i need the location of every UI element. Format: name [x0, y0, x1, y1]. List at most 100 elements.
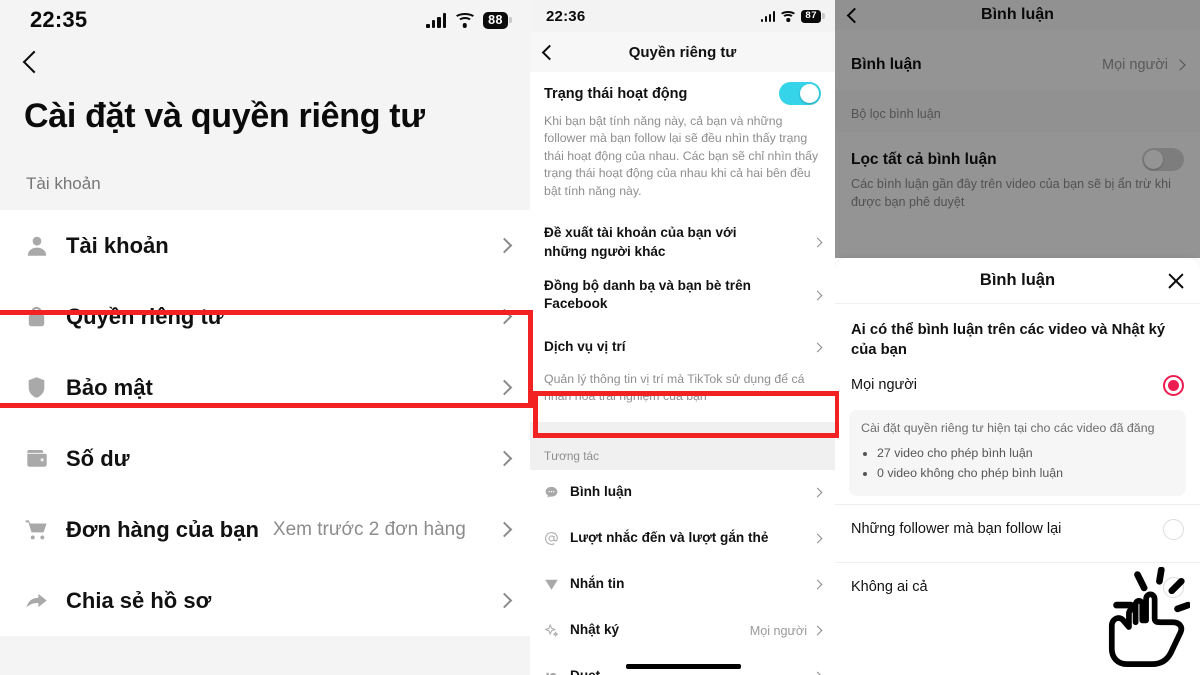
screenshot-root: 22:35 88 Cài đặt và quyền riêng tư Tài k…	[0, 0, 1200, 675]
page-title: Cài đặt và quyền riêng tư	[24, 97, 425, 135]
mid-row-stories[interactable]: Nhật ký Mọi người	[530, 607, 835, 654]
mid-phone-panel: 22:36 87 Quyền riêng tư Trạng thái hoạt …	[530, 0, 835, 675]
chevron-right-icon	[812, 487, 823, 498]
settings-row-label: Chia sẻ hồ sơ	[66, 587, 212, 613]
option-row-mutual-followers[interactable]: Những follower mà bạn follow lại	[835, 505, 1200, 554]
status-indicators: 87	[760, 9, 821, 23]
chevron-right-icon	[496, 450, 513, 467]
settings-row-label: Tài khoản	[66, 232, 169, 258]
comment-bubble-icon	[544, 485, 570, 500]
cart-icon	[24, 517, 66, 542]
mid-row-sync-contacts[interactable]: Đồng bộ danh bạ và bạn bè trên Facebook	[530, 268, 835, 322]
settings-row-value: Xem trước 2 đơn hàng	[272, 518, 466, 540]
comment-permission-row[interactable]: Bình luận Mọi người	[835, 40, 1200, 90]
chevron-right-icon	[496, 308, 513, 325]
duet-icon	[544, 669, 570, 675]
chevron-right-icon	[1174, 59, 1186, 71]
mid-row-location-services[interactable]: Dịch vụ vị trí	[530, 321, 835, 368]
filter-all-card: Lọc tất cả bình luận Các bình luận gần đ…	[835, 132, 1200, 230]
activity-status-toggle[interactable]	[779, 82, 821, 105]
at-mention-icon	[544, 531, 570, 546]
activity-status-row[interactable]: Trạng thái hoạt động	[530, 72, 835, 107]
wifi-icon	[781, 11, 795, 22]
settings-row-label: Bảo mật	[66, 374, 153, 400]
info-box-bullets: 27 video cho phép bình luận 0 video khôn…	[877, 444, 1174, 484]
mid-section-header-interaction: Tương tác	[530, 436, 835, 470]
settings-row-share-profile[interactable]: Chia sẻ hồ sơ	[0, 565, 530, 636]
cellular-bars-icon	[760, 10, 776, 22]
chevron-right-icon	[812, 290, 823, 301]
mid-row-value: Mọi người	[749, 623, 807, 638]
activity-status-description: Khi bạn bật tính năng này, cả bạn và nhữ…	[544, 114, 819, 198]
mid-settings-card: Trạng thái hoạt động Khi bạn bật tính nă…	[530, 72, 835, 422]
settings-row-security[interactable]: Bảo mật	[0, 352, 530, 423]
lock-icon	[24, 304, 66, 329]
filter-all-row[interactable]: Lọc tất cả bình luận	[835, 132, 1200, 175]
settings-row-orders[interactable]: Đơn hàng của bạn Xem trước 2 đơn hàng	[0, 494, 530, 565]
comment-permission-label: Bình luận	[851, 56, 922, 73]
option-label: Mọi người	[851, 377, 917, 394]
mid-row-label: Duet	[570, 667, 600, 675]
wallet-icon	[24, 446, 66, 471]
option-label: Những follower mà bạn follow lại	[851, 521, 1062, 538]
mid-row-label: Đề xuất tài khoản của bạn với những ngườ…	[544, 225, 737, 259]
mid-section-gap	[530, 421, 835, 437]
mid-row-comments[interactable]: Bình luận	[530, 469, 835, 516]
section-header-account: Tài khoản	[26, 174, 101, 193]
settings-list: Tài khoản Quyền riêng tư Bảo mật Số dư Đ…	[0, 210, 530, 636]
chevron-right-icon	[496, 592, 513, 609]
status-clock: 22:36	[546, 7, 586, 25]
mid-row-duet[interactable]: Duet	[530, 653, 835, 675]
mid-row-label: Đồng bộ danh bạ và bạn bè trên Facebook	[544, 277, 751, 312]
sheet-question: Ai có thể bình luận trên các video và Nh…	[851, 322, 1166, 359]
option-row-everyone[interactable]: Mọi người	[835, 361, 1200, 410]
mid-nav-bar: Quyền riêng tư	[530, 32, 835, 72]
settings-row-label: Số dư	[66, 445, 130, 471]
mid-row-messages[interactable]: Nhắn tin	[530, 561, 835, 608]
settings-row-privacy[interactable]: Quyền riêng tư	[0, 281, 530, 352]
mid-row-label: Bình luận	[570, 484, 632, 500]
radio-button[interactable]	[1163, 518, 1184, 540]
battery-badge: 87	[801, 9, 821, 23]
sheet-title: Bình luận	[979, 271, 1056, 289]
share-arrow-icon	[24, 588, 66, 613]
left-back-button[interactable]	[0, 40, 530, 75]
chevron-right-icon	[496, 237, 513, 254]
comment-permission-sheet: Bình luận Ai có thể bình luận trên các v…	[835, 258, 1200, 675]
mid-row-suggest-account[interactable]: Đề xuất tài khoản của bạn với những ngườ…	[530, 216, 835, 269]
filter-all-description: Các bình luận gần đây trên video của bạn…	[851, 177, 1171, 210]
mid-row-label: Nhật ký	[570, 622, 620, 638]
right-section-header-filter: Bộ lọc bình luận	[835, 90, 1200, 132]
left-status-bar: 22:35 88	[0, 0, 530, 40]
chevron-right-icon	[812, 671, 823, 675]
filter-all-toggle[interactable]	[1142, 148, 1184, 171]
status-indicators: 88	[426, 11, 508, 29]
info-bullet: 0 video không cho phép bình luận	[877, 464, 1174, 484]
toggle-knob	[1144, 150, 1163, 169]
sheet-header: Bình luận	[835, 258, 1200, 304]
paper-plane-icon	[544, 577, 570, 592]
mid-nav-title: Quyền riêng tư	[628, 43, 737, 61]
settings-row-account[interactable]: Tài khoản	[0, 210, 530, 281]
mid-row-mentions-tags[interactable]: Lượt nhắc đến và lượt gắn thẻ	[530, 515, 835, 562]
right-dimmed-background: Bình luận Bình luận Mọi người Bộ lọc bìn…	[835, 0, 1200, 258]
comment-setting-card: Bình luận Mọi người	[835, 40, 1200, 90]
close-icon[interactable]	[1166, 271, 1186, 291]
info-bullet: 27 video cho phép bình luận	[877, 444, 1174, 464]
location-services-description: Quản lý thông tin vị trí mà TikTok sử dụ…	[544, 371, 805, 404]
chevron-right-icon	[496, 379, 513, 396]
info-box-title: Cài đặt quyền riêng tư hiện tại cho các …	[861, 420, 1155, 435]
filter-all-label: Lọc tất cả bình luận	[851, 150, 997, 168]
toggle-knob	[800, 84, 819, 103]
mid-interaction-list: Bình luận Lượt nhắc đến và lượt gắn thẻ …	[530, 469, 835, 675]
mid-row-label: Nhắn tin	[570, 576, 625, 592]
settings-row-balance[interactable]: Số dư	[0, 423, 530, 494]
right-nav-title: Bình luận	[981, 6, 1054, 23]
left-phone-panel: 22:35 88 Cài đặt và quyền riêng tư Tài k…	[0, 0, 530, 675]
shield-icon	[24, 375, 66, 400]
person-icon	[24, 233, 66, 259]
radio-button-selected[interactable]	[1163, 374, 1184, 396]
current-privacy-info-box: Cài đặt quyền riêng tư hiện tại cho các …	[849, 409, 1186, 496]
battery-badge: 88	[483, 11, 508, 29]
right-phone-panel: Bình luận Bình luận Mọi người Bộ lọc bìn…	[835, 0, 1200, 675]
